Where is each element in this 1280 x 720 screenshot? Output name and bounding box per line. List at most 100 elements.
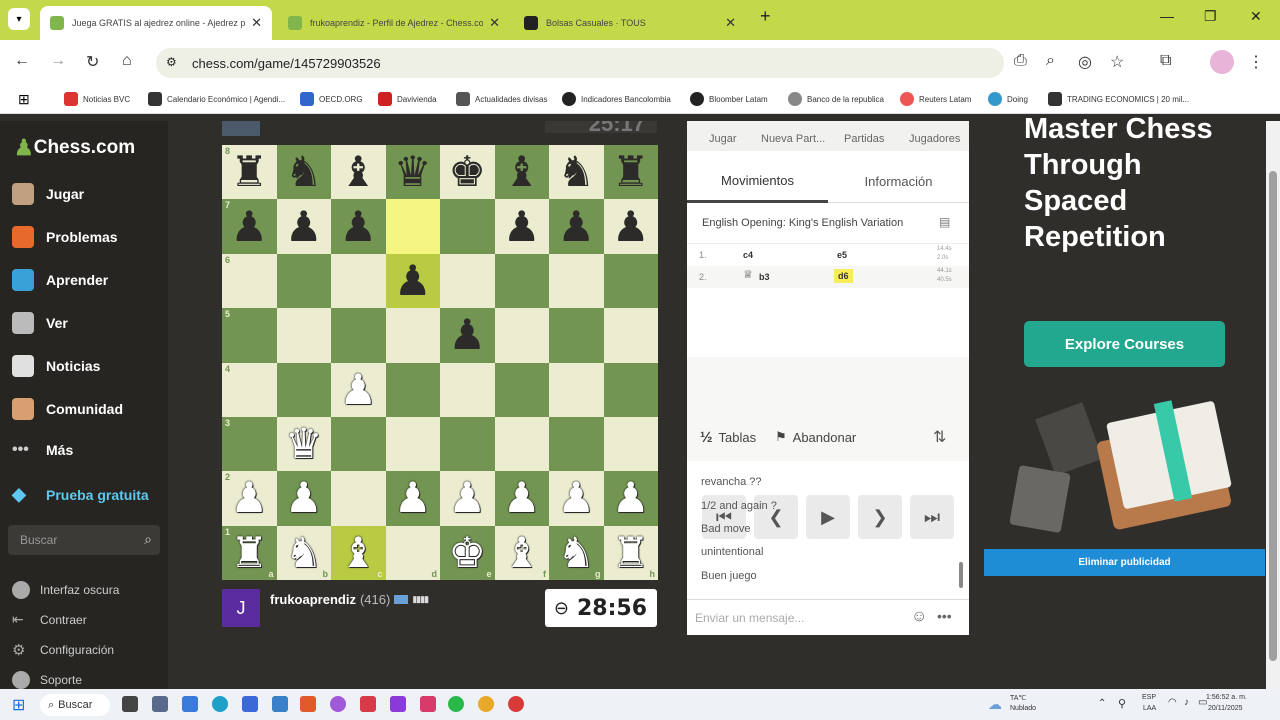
copilot-icon[interactable] — [330, 696, 346, 712]
square-g2[interactable]: ♟ — [549, 471, 604, 526]
square-e6[interactable] — [440, 253, 495, 309]
black-pawn-icon[interactable]: ♟ — [394, 259, 432, 302]
file-explorer-icon[interactable] — [182, 696, 198, 712]
calculator-icon[interactable] — [152, 696, 168, 712]
bookmark[interactable]: OECD.ORG — [300, 92, 363, 106]
tab-jugar[interactable]: Jugar — [709, 133, 737, 145]
square-h1[interactable]: h ♜ — [603, 525, 658, 581]
square-h2[interactable]: ♟ — [603, 471, 658, 526]
square-h5[interactable] — [603, 308, 658, 363]
app-icon[interactable] — [242, 696, 258, 712]
sidebar-item-aprender[interactable]: Aprender — [12, 269, 108, 291]
square-c5[interactable] — [331, 308, 386, 363]
whatsapp-icon[interactable] — [448, 696, 464, 712]
remove-ads-button[interactable]: Eliminar publicidad — [984, 549, 1265, 576]
chrome-icon[interactable] — [478, 696, 494, 712]
sidebar-item-mas[interactable]: ••• Más — [12, 441, 73, 459]
white-pawn-icon[interactable]: ♟ — [557, 477, 595, 519]
sidebar-item-comunidad[interactable]: Comunidad — [12, 398, 123, 420]
flip-board-icon[interactable]: ⇅ — [933, 427, 946, 447]
settings-link[interactable]: ⚙ Configuración — [12, 641, 114, 659]
black-pawn-icon[interactable]: ♟ — [612, 205, 650, 248]
square-a6[interactable]: 6 — [222, 253, 277, 309]
square-g4[interactable] — [549, 362, 604, 417]
square-d8[interactable]: ♛ — [385, 145, 440, 200]
sidebar-item-problemas[interactable]: Problemas — [12, 226, 118, 248]
square-e8[interactable]: ♚ — [440, 145, 495, 200]
square-b6[interactable] — [276, 253, 331, 309]
tray-chevron-icon[interactable]: ⌃ — [1098, 698, 1106, 709]
chat-input[interactable]: Enviar un mensaje... ☺ ••• — [687, 599, 969, 635]
black-queen-icon[interactable]: ♛ — [394, 151, 432, 193]
black-knight-icon[interactable]: ♞ — [557, 151, 595, 193]
chess-board[interactable]: 8 ♜ ♞ ♝ ♛ ♚ ♝ ♞ ♜ 7 ♟ ♟ ♟ ♟ ♟ ♟ 6 ♟ 5 ♟ 4 ♟ 3 ♛ 2 ♟ ♟ ♟ ♟ ♟ ♟ ♟ 1 a ♜ b ♞ c ♝ d… — [222, 145, 658, 581]
square-f2[interactable]: ♟ — [494, 471, 549, 526]
install-icon[interactable]: ⎙ — [1014, 52, 1027, 70]
square-b8[interactable]: ♞ — [276, 145, 331, 200]
bookmark[interactable]: Indicadores Bancolombia — [562, 92, 671, 106]
black-pawn-icon[interactable]: ♟ — [557, 205, 595, 248]
square-e4[interactable] — [440, 362, 495, 417]
sidebar-item-ver[interactable]: Ver — [12, 312, 68, 334]
square-h4[interactable] — [603, 362, 658, 417]
sidebar-item-jugar[interactable]: Jugar — [12, 183, 84, 205]
star-icon[interactable]: ☆ — [1110, 52, 1124, 72]
white-pawn-icon[interactable]: ♟ — [230, 477, 268, 519]
browser-tab[interactable]: frukoaprendiz - Perfil de Ajedrez - Ches… — [278, 6, 510, 40]
language-indicator[interactable]: ESP — [1142, 694, 1156, 701]
tab-search-button[interactable]: ▾ — [8, 8, 30, 30]
square-b2[interactable]: ♟ — [276, 471, 331, 526]
white-rook-icon[interactable]: ♜ — [230, 531, 268, 574]
white-queen-icon[interactable]: ♛ — [285, 423, 323, 465]
move-white[interactable]: b3 — [759, 272, 770, 282]
sidebar-item-noticias[interactable]: Noticias — [12, 355, 100, 377]
tray-app-icon[interactable]: ⚲ — [1118, 697, 1126, 710]
square-f6[interactable] — [494, 253, 549, 309]
tab-jugadores[interactable]: Jugadores — [909, 133, 960, 145]
square-f1[interactable]: f ♝ — [494, 525, 549, 581]
scrollbar-thumb[interactable] — [1269, 171, 1277, 661]
book-icon[interactable]: ▤ — [939, 215, 950, 229]
square-g5[interactable] — [549, 308, 604, 363]
app-icon[interactable] — [420, 696, 436, 712]
square-c4[interactable]: ♟ — [331, 362, 386, 417]
close-tab-icon[interactable]: ✕ — [489, 15, 500, 31]
white-bishop-icon[interactable]: ♝ — [339, 531, 377, 574]
windows-start-icon[interactable]: ⊞ — [12, 695, 25, 715]
browser-tab-active[interactable]: Juega GRATIS al ajedrez online - Ajedrez… — [40, 6, 272, 40]
square-h6[interactable] — [603, 253, 658, 309]
square-d7[interactable] — [385, 199, 440, 254]
minimize-icon[interactable]: — — [1160, 8, 1174, 24]
move-white[interactable]: c4 — [743, 250, 753, 260]
square-f5[interactable] — [494, 308, 549, 363]
chess-logo[interactable]: ♟ Chess.com — [14, 135, 135, 161]
square-g3[interactable] — [549, 416, 604, 472]
back-icon[interactable]: ← — [14, 52, 30, 70]
white-pawn-icon[interactable]: ♟ — [503, 477, 541, 519]
square-h8[interactable]: ♜ — [603, 145, 658, 200]
black-bishop-icon[interactable]: ♝ — [503, 151, 541, 193]
square-b4[interactable] — [276, 362, 331, 417]
chat-scrollbar[interactable] — [959, 562, 963, 588]
tab-informacion[interactable]: Información — [828, 161, 969, 203]
square-e7[interactable] — [440, 199, 495, 254]
square-a8[interactable]: 8 ♜ — [222, 145, 277, 200]
bookmark[interactable]: Banco de la republica — [788, 92, 884, 106]
black-pawn-icon[interactable]: ♟ — [230, 205, 268, 248]
square-a4[interactable]: 4 — [222, 362, 277, 417]
menu-icon[interactable]: ⋮ — [1248, 52, 1264, 72]
resign-button[interactable]: ⚑ Abandonar — [775, 429, 856, 445]
square-g8[interactable]: ♞ — [549, 145, 604, 200]
square-a7[interactable]: 7 ♟ — [222, 199, 277, 254]
square-d1[interactable]: d — [385, 525, 440, 581]
move-black[interactable]: e5 — [837, 250, 847, 260]
move-black[interactable]: d6 — [834, 269, 853, 283]
bookmark[interactable]: Davivienda — [378, 92, 437, 106]
app-icon[interactable] — [272, 696, 288, 712]
white-knight-icon[interactable]: ♞ — [285, 531, 323, 574]
collapse-button[interactable]: ⇤ Contraer — [12, 611, 87, 629]
more-options-icon[interactable]: ••• — [937, 608, 952, 624]
support-link[interactable]: Soporte — [12, 671, 82, 689]
white-rook-icon[interactable]: ♜ — [612, 531, 650, 574]
black-knight-icon[interactable]: ♞ — [285, 151, 323, 193]
